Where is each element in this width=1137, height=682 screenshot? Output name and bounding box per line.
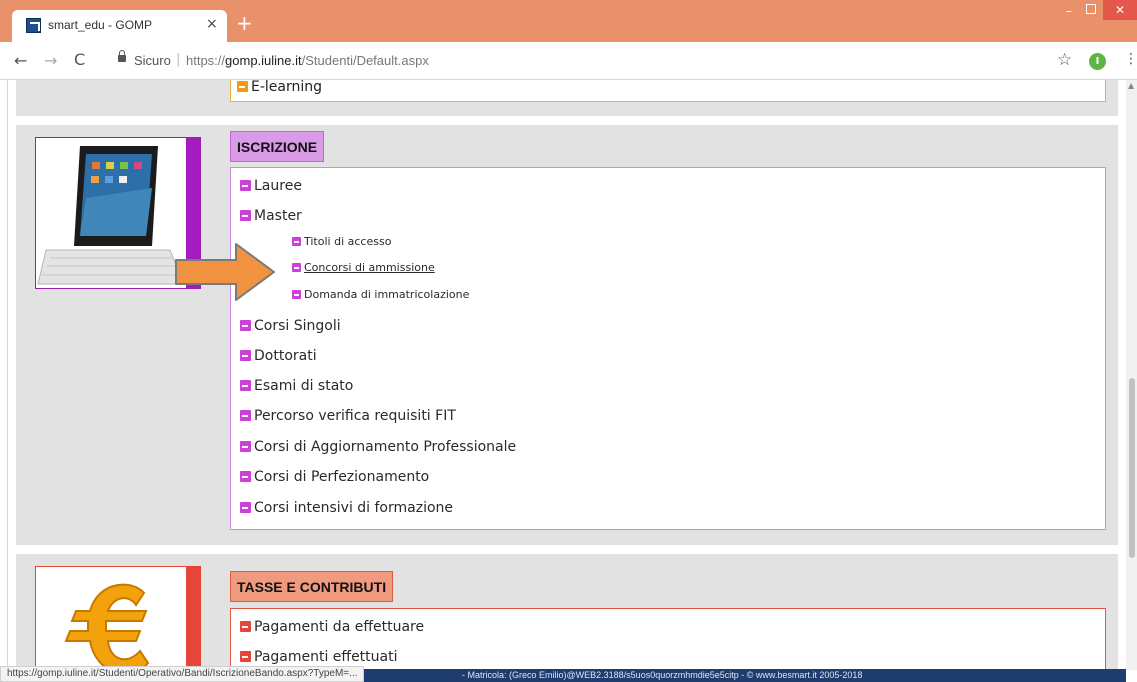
back-icon[interactable]: ← [14, 51, 27, 70]
section-iscrizione: ISCRIZIONE Lauree Master Titoli di acces… [16, 125, 1118, 545]
tasse-header: TASSE E CONTRIBUTI [230, 571, 394, 602]
page-left-edge [0, 80, 8, 670]
tab-title: smart_edu - GOMP [48, 18, 153, 32]
menu-item-label: Corsi intensivi di formazione [254, 500, 454, 516]
reload-icon[interactable]: C [74, 50, 85, 69]
arrow-bullet-icon [240, 320, 251, 331]
arrow-bullet-icon [240, 350, 251, 361]
footer-text: - Matricola: (Greco Emilio)@WEB2.3188/s5… [462, 670, 863, 680]
submenu-item-domanda-di-immatricolazione[interactable]: Domanda di immatricolazione [292, 288, 469, 301]
menu-item-corsi-perfezionamento[interactable]: Corsi di Perfezionamento [240, 469, 429, 485]
site-favicon-icon [26, 18, 41, 33]
secure-label: Sicuro [134, 53, 171, 68]
browser-tab[interactable]: smart_edu - GOMP × [12, 10, 227, 42]
tablet-keyboard-image [37, 146, 185, 285]
arrow-bullet-icon [240, 410, 251, 421]
menu-item-label: Dottorati [254, 348, 317, 364]
menu-item-label: Pagamenti effettuati [254, 649, 398, 665]
status-hover-url: https://gomp.iuline.it/Studenti/Operativ… [0, 666, 365, 682]
arrow-bullet-icon [237, 81, 248, 92]
menu-item-percorso-fit[interactable]: Percorso verifica requisiti FIT [240, 408, 456, 424]
menu-item-corsi-intensivi[interactable]: Corsi intensivi di formazione [240, 500, 453, 516]
previous-menu-box: E-learning [230, 80, 1106, 102]
menu-item-label: Lauree [254, 178, 302, 194]
menu-item-pagamenti-effettuati[interactable]: Pagamenti effettuati [240, 649, 398, 665]
arrow-bullet-icon [240, 180, 251, 191]
euro-symbol-image [64, 583, 150, 670]
bookmark-star-icon[interactable]: ☆ [1057, 50, 1072, 70]
arrow-bullet-icon [240, 441, 251, 452]
section-previous: E-learning [16, 80, 1118, 116]
close-window-button[interactable]: ✕ [1103, 0, 1137, 20]
forward-icon[interactable]: → [44, 51, 57, 70]
maximize-button[interactable] [1086, 4, 1096, 14]
iscrizione-menu: Lauree Master Titoli di accesso Concorsi… [230, 167, 1106, 530]
menu-item-corsi-aggiornamento[interactable]: Corsi di Aggiornamento Professionale [240, 439, 516, 455]
arrow-bullet-icon [240, 471, 251, 482]
page-content: E-learning ISCRIZIONE Lauree Master Tito… [8, 80, 1126, 670]
menu-item-esami-di-stato[interactable]: Esami di stato [240, 378, 353, 394]
tasse-menu: Pagamenti da effettuare Pagamenti effett… [230, 608, 1106, 670]
submenu-item-concorsi-di-ammissione[interactable]: Concorsi di ammissione [292, 261, 435, 274]
menu-item-label: Corsi di Aggiornamento Professionale [254, 439, 517, 455]
browser-menu-icon[interactable]: ⋮ [1124, 51, 1137, 67]
arrow-bullet-icon [240, 502, 251, 513]
arrow-bullet-icon [292, 263, 301, 272]
arrow-bullet-icon [292, 290, 301, 299]
arrow-bullet-icon [240, 651, 251, 662]
menu-item-e-learning[interactable]: E-learning [237, 80, 322, 95]
new-tab-button[interactable]: + [236, 13, 253, 33]
minimize-button[interactable]: – [1066, 4, 1072, 18]
scrollbar-thumb[interactable] [1129, 378, 1135, 558]
tab-close-icon[interactable]: × [206, 16, 218, 32]
menu-item-pagamenti-da-effettuare[interactable]: Pagamenti da effettuare [240, 619, 424, 635]
arrow-bullet-icon [292, 237, 301, 246]
profile-icon[interactable]: I [1089, 53, 1106, 70]
iscrizione-header: ISCRIZIONE [230, 131, 325, 162]
page-scrollbar[interactable]: ▲ [1126, 80, 1137, 670]
submenu-item-titoli-di-accesso[interactable]: Titoli di accesso [292, 235, 391, 248]
menu-item-master[interactable]: Master [240, 208, 302, 224]
section-tasse: TASSE E CONTRIBUTI Pagamenti da effettua… [16, 554, 1118, 670]
menu-item-label: E-learning [251, 80, 323, 95]
lock-icon [118, 50, 126, 62]
submenu-item-label: Domanda di immatricolazione [304, 288, 470, 301]
menu-item-corsi-singoli[interactable]: Corsi Singoli [240, 318, 341, 334]
url-field[interactable]: https://gomp.iuline.it/Studenti/Default.… [186, 53, 429, 68]
orange-pointer-arrow [175, 243, 275, 301]
menu-item-dottorati[interactable]: Dottorati [240, 348, 317, 364]
submenu-item-label: Titoli di accesso [304, 235, 392, 248]
tasse-image [35, 566, 201, 670]
menu-item-label: Esami di stato [254, 378, 354, 394]
menu-item-label: Master [254, 208, 302, 224]
arrow-bullet-icon [240, 621, 251, 632]
menu-item-label: Corsi Singoli [254, 318, 341, 334]
arrow-bullet-icon [240, 210, 251, 221]
tasse-color-strip [186, 567, 200, 670]
menu-item-label: Percorso verifica requisiti FIT [254, 408, 456, 424]
url-host: gomp.iuline.it [225, 53, 302, 68]
arrow-bullet-icon [240, 380, 251, 391]
browser-titlebar: smart_edu - GOMP × + – ✕ [0, 0, 1137, 42]
scroll-up-icon[interactable]: ▲ [1128, 81, 1134, 90]
menu-item-lauree[interactable]: Lauree [240, 178, 302, 194]
menu-item-label: Pagamenti da effettuare [254, 619, 425, 635]
url-separator: | [176, 52, 181, 67]
url-prefix: https:// [186, 53, 226, 68]
menu-item-label: Corsi di Perfezionamento [254, 469, 430, 485]
submenu-item-label: Concorsi di ammissione [304, 261, 435, 274]
url-path: /Studenti/Default.aspx [301, 53, 429, 68]
address-bar: ← → C Sicuro | https://gomp.iuline.it/St… [0, 42, 1137, 80]
